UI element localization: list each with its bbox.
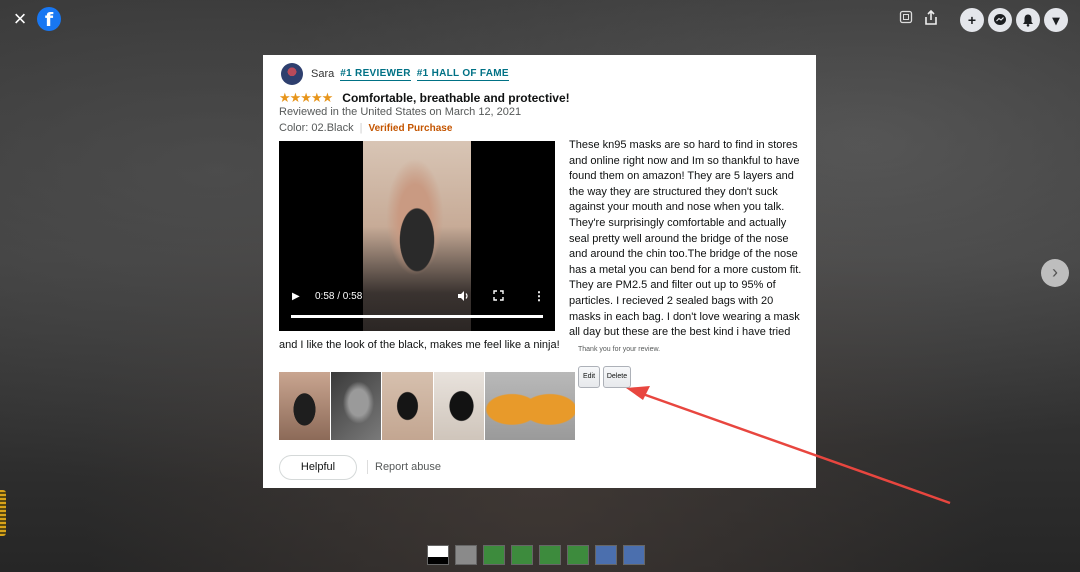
thumbnail[interactable] bbox=[595, 545, 617, 565]
side-handle[interactable] bbox=[0, 490, 6, 536]
thumbnail[interactable] bbox=[539, 545, 561, 565]
thumbnail[interactable] bbox=[483, 545, 505, 565]
thumbnail[interactable] bbox=[623, 545, 645, 565]
next-photo-button[interactable]: › bbox=[1041, 259, 1069, 287]
thumbnail[interactable] bbox=[511, 545, 533, 565]
thumbnail[interactable] bbox=[427, 545, 449, 565]
annotation-arrow bbox=[626, 386, 951, 505]
thumbnail[interactable] bbox=[455, 545, 477, 565]
thumbnail[interactable] bbox=[567, 545, 589, 565]
thumbnail-strip bbox=[427, 545, 645, 565]
